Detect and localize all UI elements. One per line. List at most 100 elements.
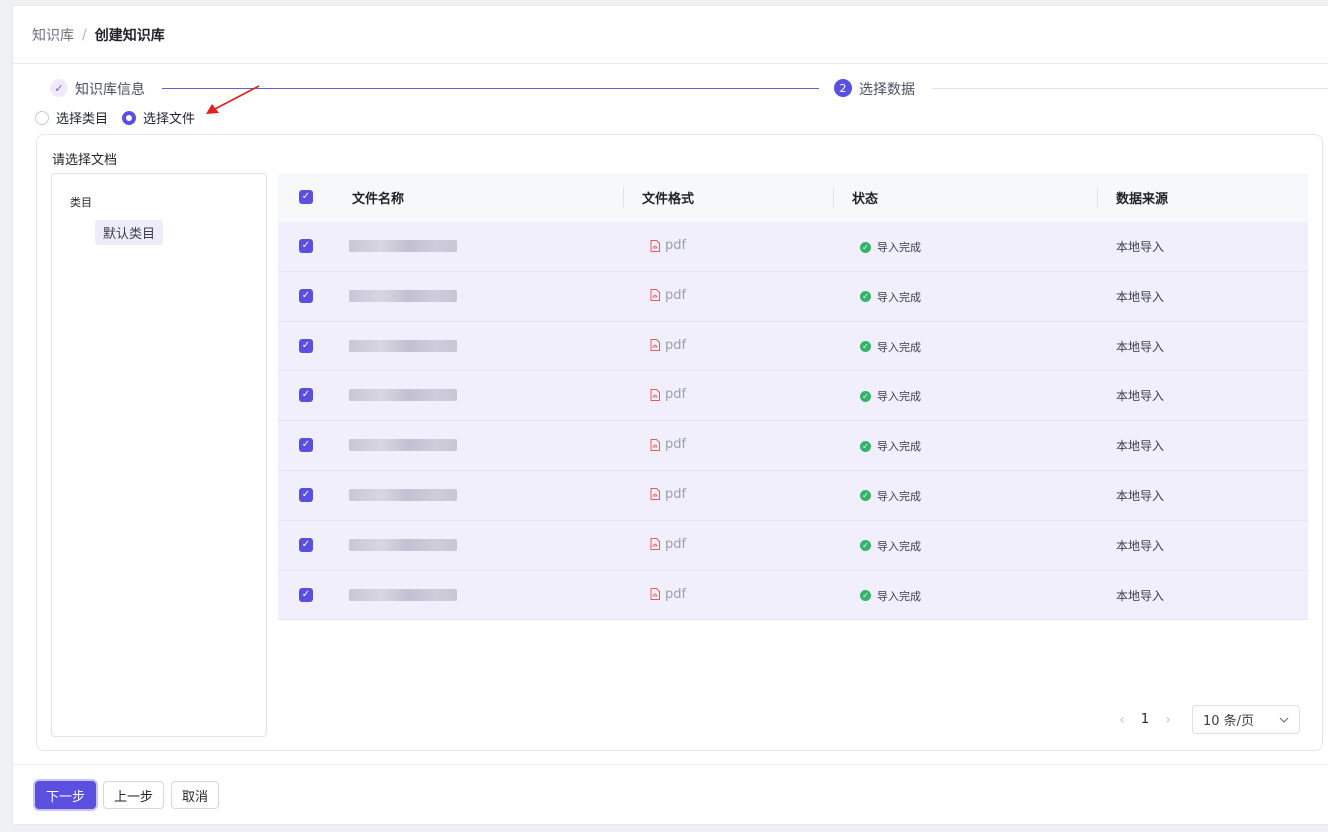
file-format: pdf [650, 288, 686, 303]
column-header-status: 状态 [852, 192, 879, 207]
page-size-select[interactable]: 10 条/页 [1192, 705, 1300, 734]
file-format: pdf [650, 437, 686, 452]
success-check-icon: ✓ [860, 341, 871, 353]
table-row[interactable]: ✓ pdf ✓ 导入完成 本地导入 [278, 371, 1308, 422]
data-source: 本地导入 [1116, 488, 1165, 503]
radio-label: 选择文件 [143, 112, 196, 127]
file-name-redacted [349, 289, 457, 302]
annotation-arrow-icon [206, 85, 260, 114]
column-header-format: 文件格式 [642, 192, 695, 207]
pdf-file-icon [650, 588, 660, 601]
import-status: ✓ 导入完成 [860, 438, 921, 454]
pdf-file-icon [650, 538, 660, 551]
radio-label: 选择类目 [56, 112, 109, 127]
step-2-number: 2 [834, 79, 852, 97]
step-1-label: 知识库信息 [75, 82, 145, 98]
row-checkbox[interactable]: ✓ [299, 288, 313, 303]
row-checkbox[interactable]: ✓ [299, 388, 313, 403]
row-checkbox[interactable]: ✓ [299, 338, 313, 353]
table-row[interactable]: ✓ pdf ✓ 导入完成 本地导入 [278, 321, 1308, 372]
file-format-text: pdf [665, 536, 687, 552]
table-row[interactable]: ✓ pdf ✓ 导入完成 本地导入 [278, 222, 1308, 272]
file-format-text: pdf [665, 437, 687, 453]
data-source: 本地导入 [1116, 538, 1165, 553]
import-status: ✓ 导入完成 [860, 339, 921, 355]
success-check-icon: ✓ [860, 590, 871, 602]
table-row[interactable]: ✓ pdf ✓ 导入完成 本地导入 [278, 520, 1308, 571]
column-divider[interactable] [1097, 187, 1098, 207]
data-source: 本地导入 [1116, 339, 1165, 354]
row-checkbox[interactable]: ✓ [299, 438, 313, 453]
import-status-text: 导入完成 [877, 340, 921, 354]
column-header-source: 数据来源 [1116, 192, 1169, 207]
table-row[interactable]: ✓ pdf ✓ 导入完成 本地导入 [278, 570, 1308, 621]
radio-circle-checked[interactable] [122, 110, 137, 125]
file-format: pdf [650, 387, 686, 402]
pdf-file-icon [650, 339, 660, 352]
success-check-icon: ✓ [860, 241, 871, 253]
data-source: 本地导入 [1116, 240, 1165, 254]
row-checkbox[interactable]: ✓ [299, 537, 313, 552]
prev-page-chevron-left-icon[interactable]: ‹ [1112, 712, 1132, 728]
file-format-text: pdf [665, 387, 687, 403]
import-status: ✓ 导入完成 [860, 588, 921, 604]
file-name-redacted [349, 439, 457, 452]
import-status-text: 导入完成 [877, 390, 921, 404]
import-status: ✓ 导入完成 [860, 538, 921, 554]
radio-circle[interactable] [35, 110, 49, 125]
breadcrumb-current: 创建知识库 [94, 27, 165, 44]
file-format: pdf [650, 487, 686, 502]
file-name-redacted [349, 488, 457, 501]
file-name-redacted [349, 339, 457, 352]
data-source: 本地导入 [1116, 588, 1165, 603]
import-status-text: 导入完成 [877, 241, 921, 254]
prev-step-button[interactable]: 上一步 [103, 781, 165, 809]
pdf-file-icon [650, 239, 660, 252]
page-number[interactable]: 1 [1132, 712, 1158, 727]
row-checkbox[interactable]: ✓ [299, 239, 313, 253]
file-name-redacted [349, 389, 457, 402]
file-format: pdf [650, 338, 686, 353]
radio-select-category[interactable]: 选择类目 [35, 108, 108, 127]
row-checkbox[interactable]: ✓ [299, 587, 313, 602]
import-status: ✓ 导入完成 [860, 388, 921, 404]
step-connector-pending [932, 88, 1328, 89]
column-divider[interactable] [623, 187, 624, 207]
file-name-redacted [349, 538, 457, 551]
data-source: 本地导入 [1116, 439, 1165, 454]
file-format: pdf [650, 238, 686, 253]
next-step-button[interactable]: 下一步 [35, 781, 97, 809]
file-format-text: pdf [665, 486, 687, 502]
success-check-icon: ✓ [860, 291, 871, 303]
next-page-chevron-right-icon[interactable]: › [1158, 712, 1178, 728]
breadcrumb-parent[interactable]: 知识库 [32, 25, 74, 45]
data-source: 本地导入 [1116, 289, 1165, 304]
success-check-icon: ✓ [860, 440, 871, 452]
step-2-label: 选择数据 [859, 82, 915, 98]
select-all-checkbox[interactable]: ✓ [299, 190, 313, 204]
file-format: pdf [650, 587, 686, 602]
tree-item-default-category[interactable]: 默认类目 [95, 220, 164, 245]
radio-select-file[interactable]: 选择文件 [122, 108, 195, 127]
footer-actions: 下一步 上一步 取消 [35, 781, 226, 809]
success-check-icon: ✓ [860, 490, 871, 502]
cancel-button[interactable]: 取消 [171, 781, 220, 809]
page-size-value: 10 条/页 [1203, 714, 1255, 729]
table-row[interactable]: ✓ pdf ✓ 导入完成 本地导入 [278, 271, 1308, 322]
row-checkbox[interactable]: ✓ [299, 487, 313, 502]
table-row[interactable]: ✓ pdf ✓ 导入完成 本地导入 [278, 421, 1308, 471]
source-type-radio-group: 选择类目 选择文件 [35, 108, 209, 127]
page: 知识库 / 创建知识库 ✓ 知识库信息 2 选择数据 选择类目 选择文件 请选择… [12, 5, 1328, 825]
table-row[interactable]: ✓ pdf ✓ 导入完成 本地导入 [278, 470, 1308, 521]
footer-divider [13, 764, 1328, 765]
pdf-file-icon [650, 289, 660, 302]
column-header-name: 文件名称 [352, 192, 405, 207]
document-select-panel: 请选择文档 类目 默认类目 ✓ 文件名称 文件格式 状态 数据来源 ✓ pdf ✓ 导… [36, 134, 1323, 751]
pdf-file-icon [650, 488, 660, 501]
column-divider[interactable] [833, 187, 834, 207]
file-format-text: pdf [665, 287, 687, 303]
file-name-redacted [349, 240, 457, 252]
panel-title: 请选择文档 [52, 153, 118, 168]
success-check-icon: ✓ [860, 390, 871, 402]
file-format: pdf [650, 537, 686, 552]
